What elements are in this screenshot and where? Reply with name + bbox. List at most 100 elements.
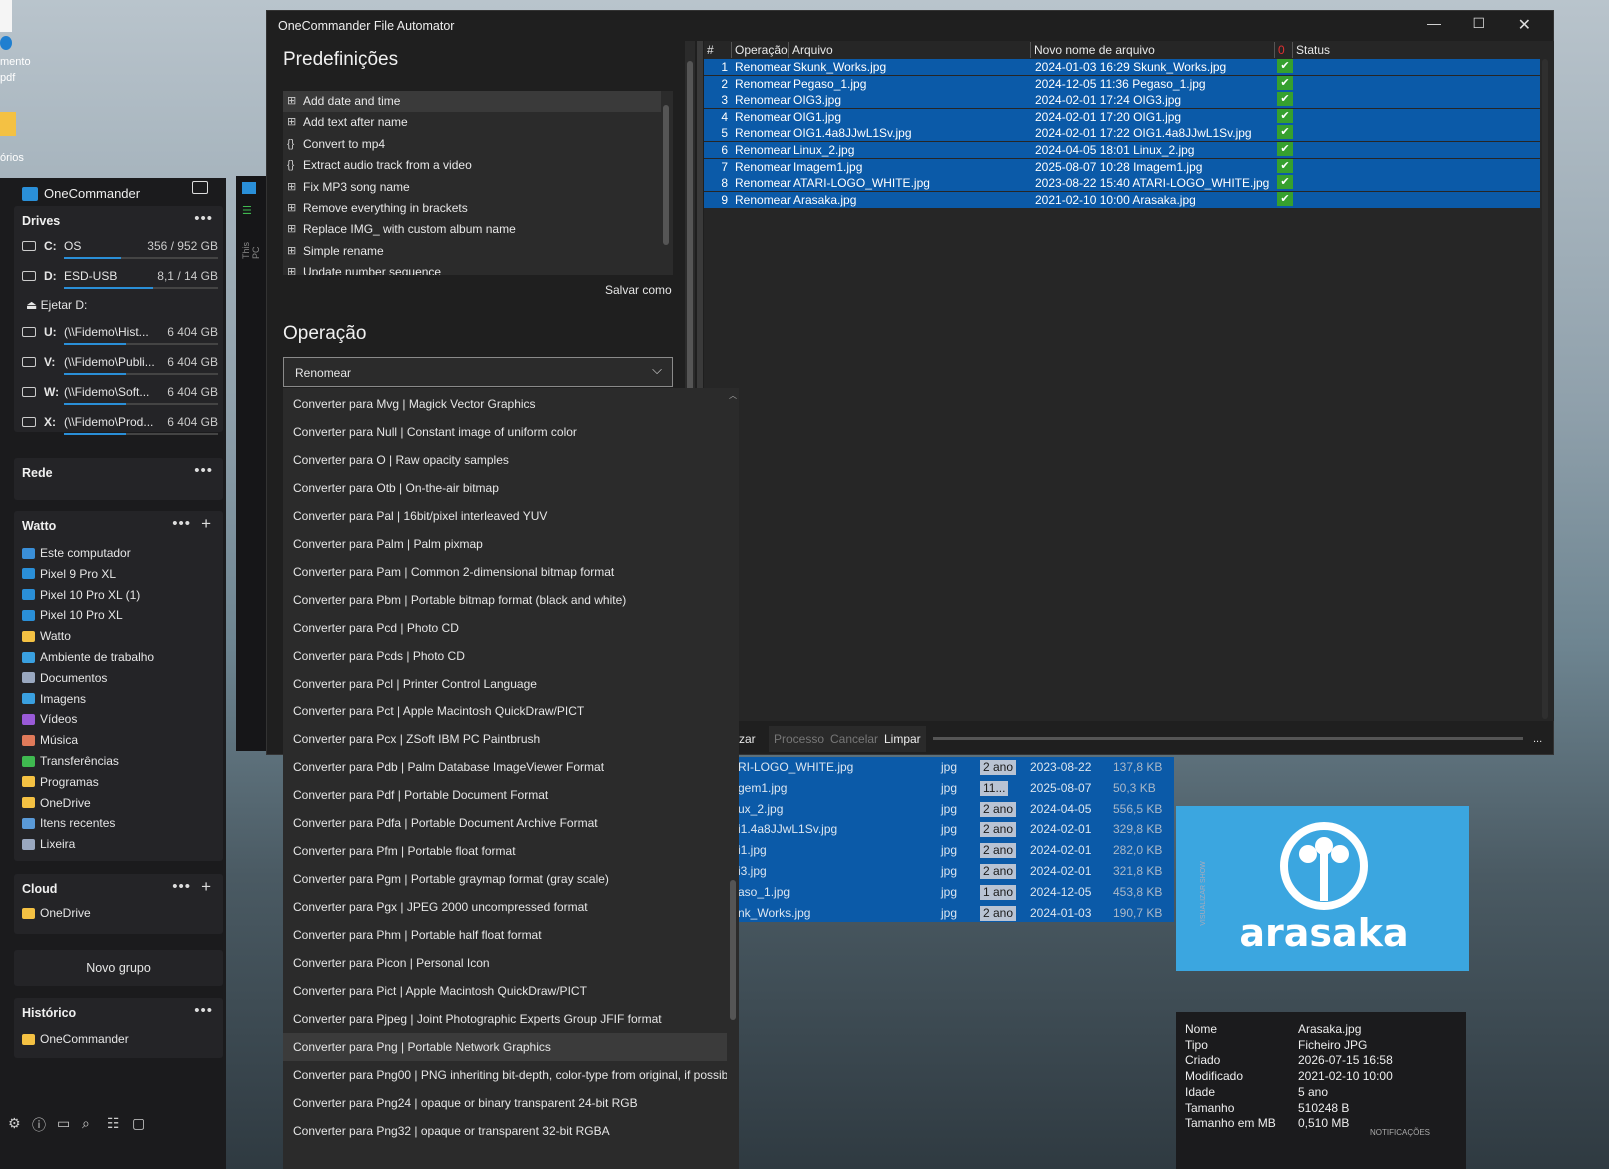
- grid-scrollbar[interactable]: [1542, 59, 1548, 719]
- operation-option[interactable]: Converter para Otb | On-the-air bitmap: [283, 474, 727, 502]
- network-menu-button[interactable]: •••: [194, 462, 213, 479]
- table-row[interactable]: 4 Renomear OIG1.jpg 2024-02-01 17:20 OIG1.j…: [704, 108, 1540, 125]
- settings-icon[interactable]: ⚙: [8, 1115, 21, 1132]
- minimize-icon[interactable]: —: [1427, 15, 1441, 31]
- table-row[interactable]: 1 Renomear Skunk_Works.jpg 2024-01-03 16:29…: [704, 59, 1540, 75]
- scroll-up-icon[interactable]: ︿: [729, 390, 737, 401]
- watto-item[interactable]: Música: [22, 733, 78, 747]
- operation-option[interactable]: Converter para Pfm | Portable float form…: [283, 837, 727, 865]
- grid-header-file[interactable]: Arquivo: [789, 42, 1031, 58]
- search-icon[interactable]: ⌕: [82, 1115, 90, 1132]
- operation-option[interactable]: Converter para Pdfa | Portable Document …: [283, 809, 727, 837]
- drive-d[interactable]: D: ESD-USB 8,1 / 14 GB: [22, 269, 218, 295]
- edge-icon[interactable]: [0, 36, 12, 50]
- maximize-icon[interactable]: ☐: [1472, 15, 1485, 32]
- options-scrollbar[interactable]: [730, 880, 736, 1020]
- preset-item[interactable]: ⊞ Add date and time: [283, 91, 661, 112]
- automator-icon[interactable]: ☷: [107, 1115, 120, 1132]
- operation-option[interactable]: Converter para Null | Constant image of …: [283, 418, 727, 446]
- operation-option[interactable]: Converter para Pal | 16bit/pixel interle…: [283, 502, 727, 530]
- watto-item[interactable]: Este computador: [22, 546, 131, 560]
- process-button[interactable]: Processo: [769, 726, 830, 752]
- operation-option[interactable]: Converter para Palm | Palm pixmap: [283, 530, 727, 558]
- drives-menu-button[interactable]: •••: [194, 210, 213, 227]
- operation-option[interactable]: Converter para Pcl | Printer Control Lan…: [283, 670, 727, 698]
- watto-menu-button[interactable]: •••: [172, 515, 191, 532]
- operation-option[interactable]: Converter para Pgx | JPEG 2000 uncompres…: [283, 893, 727, 921]
- operation-option[interactable]: Converter para Pjpeg | Joint Photographi…: [283, 1005, 727, 1033]
- watto-item[interactable]: Documentos: [22, 671, 107, 685]
- operation-option[interactable]: Converter para Png00 | PNG inheriting bi…: [283, 1061, 727, 1089]
- file-row[interactable]: RI-LOGO_WHITE.jpg jpg 2 ano 2023-08-22 137,8…: [728, 757, 1174, 778]
- grid-header-num[interactable]: #: [704, 42, 732, 58]
- grid-header-newname[interactable]: Novo nome de arquivo: [1031, 42, 1275, 58]
- preset-item[interactable]: ⊞ Fix MP3 song name: [283, 177, 661, 198]
- preset-item[interactable]: {} Extract audio track from a video: [283, 155, 661, 176]
- operation-option[interactable]: Converter para Pcd | Photo CD: [283, 614, 727, 642]
- watto-item[interactable]: Transferências: [22, 754, 119, 768]
- preset-item[interactable]: ⊞ Replace IMG_ with custom album name: [283, 219, 661, 240]
- table-row[interactable]: 8 Renomear ATARI-LOGO_WHITE.jpg 2023-08-22 …: [704, 175, 1540, 192]
- watto-item[interactable]: Lixeira: [22, 837, 75, 851]
- options-scroll-track[interactable]: ︿: [727, 388, 739, 1169]
- table-row[interactable]: 7 Renomear Imagem1.jpg 2025-08-07 10:28 Ima…: [704, 158, 1540, 175]
- cloud-menu-button[interactable]: •••: [172, 878, 191, 895]
- watto-item[interactable]: Programas: [22, 775, 99, 789]
- operation-option[interactable]: Converter para Phm | Portable half float…: [283, 921, 727, 949]
- operation-option[interactable]: Converter para Pbm | Portable bitmap for…: [283, 586, 727, 614]
- operation-option[interactable]: Converter para Png32 | opaque or transpa…: [283, 1117, 727, 1145]
- watto-add-button[interactable]: +: [201, 514, 211, 534]
- history-menu-button[interactable]: •••: [194, 1002, 213, 1019]
- clear-button[interactable]: Limpar: [879, 726, 926, 752]
- cloud-add-button[interactable]: +: [201, 877, 211, 897]
- history-item-onecommander[interactable]: OneCommander: [22, 1032, 129, 1046]
- close-icon[interactable]: ✕: [1518, 15, 1531, 35]
- drive-c[interactable]: C: OS 356 / 952 GB: [22, 239, 218, 265]
- watto-item[interactable]: Imagens: [22, 692, 86, 706]
- preset-item[interactable]: ⊞ Simple rename: [283, 241, 661, 262]
- file-row[interactable]: aso_1.jpg jpg 1 ano 2024-12-05 453,8 KB: [728, 882, 1174, 903]
- info-icon[interactable]: ⓘ: [32, 1115, 46, 1135]
- watto-item[interactable]: Vídeos: [22, 712, 77, 726]
- presets-scrollbar[interactable]: [663, 105, 669, 245]
- file-row[interactable]: i1.4a8JJwL1Sv.jpg jpg 2 ano 2024-02-01 329,8…: [728, 819, 1174, 840]
- cancel-button[interactable]: Cancelar: [825, 726, 884, 752]
- table-row[interactable]: 5 Renomear OIG1.4a8JJwL1Sv.jpg 2024-02-01 1…: [704, 125, 1540, 142]
- grid-header-operation[interactable]: Operação: [732, 42, 789, 58]
- save-as-button[interactable]: Salvar como: [605, 283, 672, 297]
- operation-option[interactable]: Converter para Pict | Apple Macintosh Qu…: [283, 977, 727, 1005]
- table-row[interactable]: 3 Renomear OIG3.jpg 2024-02-01 17:24 OIG3.j…: [704, 92, 1540, 109]
- list-view-icon[interactable]: ☰: [242, 204, 252, 217]
- watto-item[interactable]: Itens recentes: [22, 816, 115, 830]
- window-icon[interactable]: ▢: [132, 1115, 145, 1132]
- watto-item[interactable]: OneDrive: [22, 796, 91, 810]
- window-mode-icon[interactable]: [192, 181, 208, 194]
- file-row[interactable]: nk_Works.jpg jpg 2 ano 2024-01-03 190,7 KB: [728, 903, 1174, 924]
- preset-item[interactable]: ⊞ Add text after name: [283, 112, 661, 133]
- grid-header-status[interactable]: Status: [1293, 42, 1540, 58]
- operation-option[interactable]: Converter para Png24 | opaque or binary …: [283, 1089, 727, 1117]
- operation-option[interactable]: Converter para Pct | Apple Macintosh Qui…: [283, 697, 727, 725]
- operation-option[interactable]: Converter para Pcx | ZSoft IBM PC Paintb…: [283, 725, 727, 753]
- watto-item[interactable]: Pixel 10 Pro XL (1): [22, 588, 140, 602]
- operation-option[interactable]: Converter para Mvg | Magick Vector Graph…: [283, 390, 727, 418]
- eject-d-button[interactable]: ⏏ Ejetar D:: [26, 298, 87, 312]
- drive-v[interactable]: V: (\\Fidemo\Publi... 6 404 GB: [22, 355, 218, 381]
- operation-option[interactable]: Converter para Pam | Common 2-dimensiona…: [283, 558, 727, 586]
- operation-option[interactable]: Converter para Picon | Personal Icon: [283, 949, 727, 977]
- drive-x[interactable]: X: (\\Fidemo\Prod... 6 404 GB: [22, 415, 218, 441]
- panel-icon[interactable]: ▭: [57, 1115, 70, 1132]
- file-row[interactable]: i3.jpg jpg 2 ano 2024-02-01 321,8 KB: [728, 861, 1174, 882]
- file-row[interactable]: ux_2.jpg jpg 2 ano 2024-04-05 556,5 KB: [728, 799, 1174, 820]
- table-row[interactable]: 6 Renomear Linux_2.jpg 2024-04-05 18:01 Lin…: [704, 142, 1540, 158]
- preset-item[interactable]: ⊞ Remove everything in brackets: [283, 198, 661, 219]
- watto-item[interactable]: Ambiente de trabalho: [22, 650, 154, 664]
- table-row[interactable]: 9 Renomear Arasaka.jpg 2021-02-10 10:00 Ara…: [704, 191, 1540, 208]
- operation-option[interactable]: Converter para Pcds | Photo CD: [283, 642, 727, 670]
- desktop-folder-icon[interactable]: [0, 112, 16, 136]
- operation-select[interactable]: Renomear ⌵: [283, 357, 673, 387]
- table-row[interactable]: 2 Renomear Pegaso_1.jpg 2024-12-05 11:36 Pe…: [704, 75, 1540, 92]
- watto-item[interactable]: Watto: [22, 629, 71, 643]
- drive-w[interactable]: W: (\\Fidemo\Soft... 6 404 GB: [22, 385, 218, 411]
- preset-item[interactable]: ⊞ Update number sequence: [283, 262, 661, 275]
